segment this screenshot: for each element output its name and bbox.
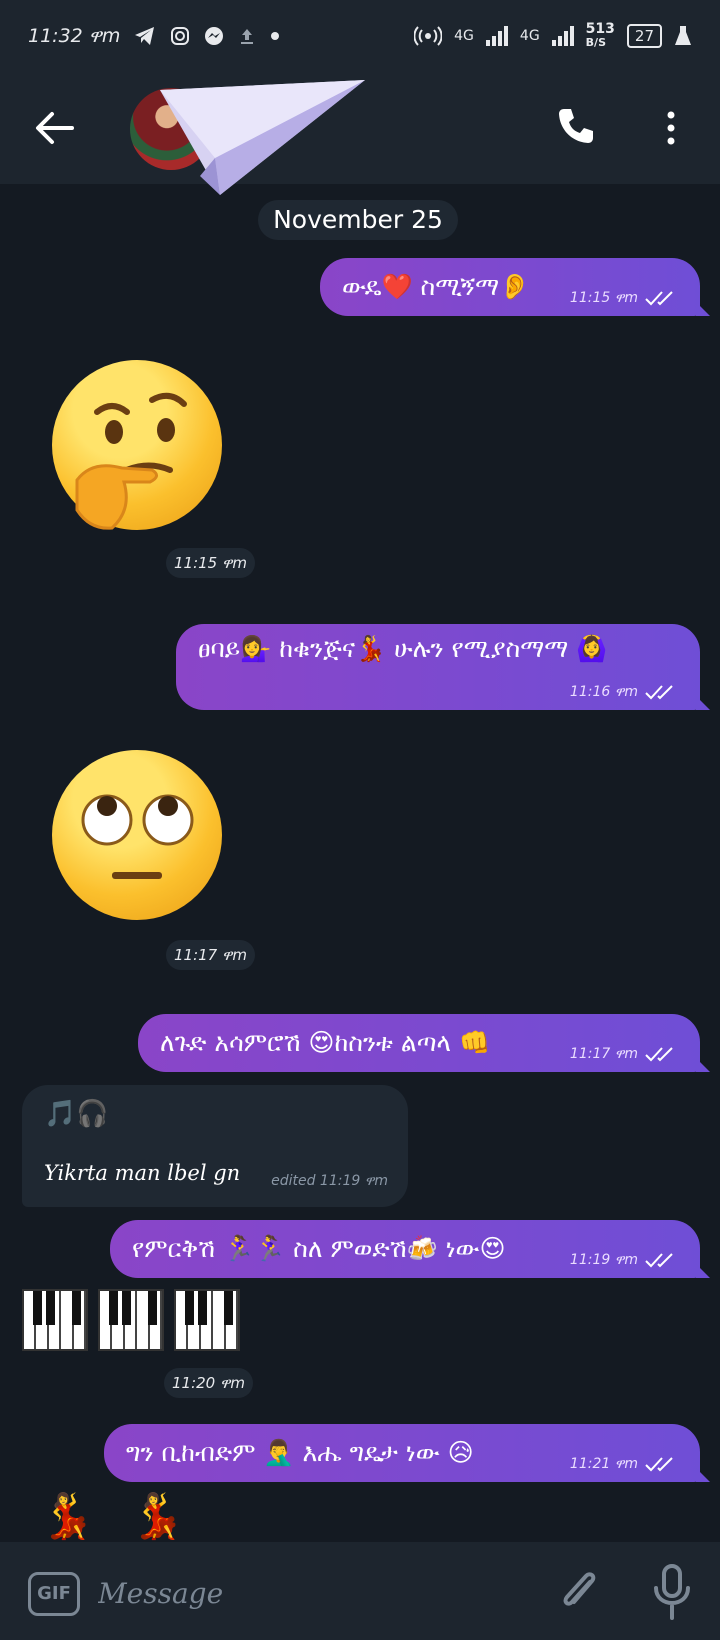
message-input[interactable] (98, 1570, 528, 1616)
back-arrow-icon[interactable] (34, 110, 74, 146)
date-separator: November 25 (258, 200, 458, 240)
message-time: 11:19 ዋm (569, 1252, 638, 1268)
message-text: Yikrta man lbel gn (44, 1161, 241, 1185)
instagram-icon (171, 27, 190, 45)
message-time: 11:17 ዋm (569, 1046, 638, 1062)
bubble-tail (696, 696, 710, 710)
piano-icon (98, 1289, 164, 1351)
signal-icon (485, 26, 508, 46)
double-check-icon (645, 1457, 673, 1472)
message-time: 11:21 ዋm (569, 1456, 638, 1472)
signal-icon (551, 26, 574, 46)
speed-readout: 513 B/S (585, 21, 615, 49)
battery-indicator: 27 (626, 24, 662, 48)
incoming-message[interactable]: 🎵🎧 Yikrta man lbel gn edited 11:19 ዋm (22, 1085, 408, 1207)
speed-unit: B/S (585, 36, 606, 49)
outgoing-message[interactable]: የምርቅሽ 🏃‍♀️🏃‍♀️ ስለ ምወድሽ🍻 ነው😍 11:19 ዋm (110, 1220, 710, 1278)
speed-value: 513 (585, 21, 615, 37)
bubble-tail (696, 1264, 710, 1278)
edited-time: edited 11:19 ዋm (271, 1173, 388, 1189)
message-meta: 11:21 ዋm (570, 1456, 676, 1472)
thinking-face-sticker[interactable] (52, 360, 222, 530)
flask-icon (675, 26, 691, 45)
more-options-icon[interactable] (664, 110, 678, 146)
upload-icon (241, 29, 254, 44)
microphone-icon[interactable] (652, 1564, 692, 1620)
message-meta: 11:19 ዋm (570, 1252, 676, 1268)
message-meta: 11:16 ዋm (570, 684, 676, 700)
clock: 11:32 ዋm (28, 25, 121, 47)
bubble-tail (696, 1468, 710, 1482)
paper-plane-sticker (160, 80, 365, 195)
piano-icon (174, 1289, 240, 1351)
message-time: 11:15 ዋm (569, 290, 638, 306)
double-check-icon (645, 1253, 673, 1268)
music-notes: 🎵🎧 (44, 1099, 109, 1129)
message-time: 11:15 ዋm (166, 548, 255, 578)
eye-roll-face-sticker[interactable] (52, 750, 222, 920)
hotspot-icon (414, 26, 443, 46)
outgoing-message[interactable]: ፀባይ💁‍♀️ ከቁንጅና💃 ሁሉን የሚያስማማ 🙆‍♀️ 11:16 ዋm (176, 624, 710, 710)
double-check-icon (645, 1047, 673, 1062)
message-time: 11:20 ዋm (164, 1368, 253, 1398)
message-meta: 11:17 ዋm (570, 1046, 676, 1062)
status-bar: 11:32 ዋm 4G 4G 513 B/S 27 (0, 0, 720, 72)
piano-icon (22, 1289, 88, 1351)
message-text: ግን ቢከብድም 🤦‍♂️ እሔ ግዴታ ነው 😥 (126, 1438, 474, 1467)
message-text: ለጉድ አሳምሮሽ 😍ከስንቱ ልጣላ 👊 (160, 1028, 491, 1057)
chat-header (0, 72, 720, 195)
telegram-icon (135, 27, 155, 45)
message-text: ውዴ❤️ ስሚኝማ👂 (342, 272, 531, 301)
dot-icon (271, 32, 280, 40)
dancer-emoji: 💃 (40, 1491, 95, 1542)
outgoing-message[interactable]: ግን ቢከብድም 🤦‍♂️ እሔ ግዴታ ነው 😥 11:21 ዋm (104, 1424, 710, 1482)
outgoing-message[interactable]: ለጉድ አሳምሮሽ 😍ከስንቱ ልጣላ 👊 11:17 ዋm (138, 1014, 710, 1072)
outgoing-message[interactable]: ውዴ❤️ ስሚኝማ👂 11:15 ዋm (320, 258, 710, 316)
bubble-tail (696, 302, 710, 316)
message-time: 11:16 ዋm (569, 684, 638, 700)
thinking-face-icon (75, 392, 187, 530)
double-check-icon (645, 291, 673, 306)
attach-icon[interactable] (556, 1564, 602, 1618)
gif-button[interactable]: GIF (28, 1572, 80, 1616)
eye-roll-face-icon (81, 794, 194, 879)
network-label-2: 4G (519, 28, 540, 44)
message-time: 11:17 ዋm (166, 940, 255, 970)
chat-area[interactable]: November 25 ውዴ❤️ ስሚኝማ👂 11:15 ዋm 11:15 ዋm… (0, 184, 720, 1542)
message-text: የምርቅሽ 🏃‍♀️🏃‍♀️ ስለ ምወድሽ🍻 ነው😍 (132, 1234, 506, 1263)
double-check-icon (645, 685, 673, 700)
message-text: ፀባይ💁‍♀️ ከቁንጅና💃 ሁሉን የሚያስማማ 🙆‍♀️ (198, 634, 608, 663)
message-composer: GIF (0, 1542, 720, 1640)
bubble-tail (696, 1058, 710, 1072)
piano-emoji-message[interactable] (22, 1289, 240, 1351)
call-icon[interactable] (556, 106, 596, 146)
message-meta: 11:15 ዋm (570, 290, 676, 306)
messenger-icon (205, 27, 224, 45)
network-label-1: 4G (454, 28, 474, 44)
dancer-emoji: 💃 (130, 1491, 185, 1542)
